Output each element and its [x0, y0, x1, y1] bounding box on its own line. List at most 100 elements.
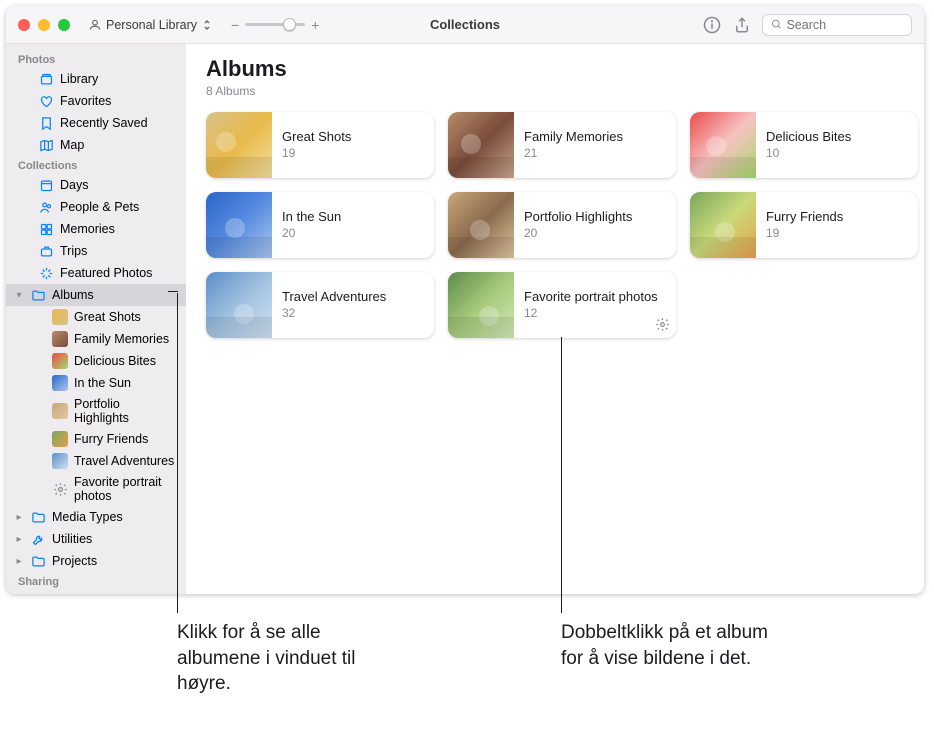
- album-count: 10: [766, 146, 851, 162]
- sidebar-section-sharing: Sharing: [6, 572, 186, 590]
- sidebar-item-utilities[interactable]: ▸Utilities: [6, 528, 186, 550]
- sidebar: Photos Library Favorites Recently Saved …: [6, 44, 186, 594]
- body: Photos Library Favorites Recently Saved …: [6, 44, 924, 594]
- album-card[interactable]: Favorite portrait photos12: [448, 272, 676, 338]
- sidebar-item-trips[interactable]: Trips: [6, 240, 186, 262]
- search-input[interactable]: [762, 14, 912, 36]
- sidebar-label: Memories: [60, 222, 115, 236]
- chevron-right-icon[interactable]: ▸: [14, 534, 24, 545]
- album-count: 32: [282, 306, 386, 322]
- album-text: Great Shots19: [272, 129, 361, 161]
- sidebar-album-furry-friends[interactable]: Furry Friends: [6, 428, 186, 450]
- album-card[interactable]: Portfolio Highlights20: [448, 192, 676, 258]
- search-field[interactable]: [786, 18, 903, 32]
- album-count-label: 8 Albums: [206, 84, 904, 98]
- sidebar-item-library[interactable]: Library: [6, 68, 186, 90]
- sidebar-album-family-memories[interactable]: Family Memories: [6, 328, 186, 350]
- album-text: In the Sun20: [272, 209, 351, 241]
- fullscreen-window-button[interactable]: [58, 19, 70, 31]
- album-card[interactable]: Great Shots19: [206, 112, 434, 178]
- zoom-control[interactable]: − +: [231, 17, 319, 33]
- album-name: Furry Friends: [766, 209, 843, 226]
- album-text: Favorite portrait photos12: [514, 289, 668, 321]
- map-icon: [38, 137, 54, 153]
- album-count: 21: [524, 146, 623, 162]
- album-count: 20: [282, 226, 341, 242]
- album-text: Portfolio Highlights20: [514, 209, 642, 241]
- sidebar-item-recently-saved[interactable]: Recently Saved: [6, 112, 186, 134]
- close-window-button[interactable]: [18, 19, 30, 31]
- album-thumbnail: [690, 192, 756, 258]
- album-count: 12: [524, 306, 658, 322]
- album-text: Furry Friends19: [756, 209, 853, 241]
- sidebar-item-media-types[interactable]: ▸ Media Types: [6, 506, 186, 528]
- sidebar-label: Recently Saved: [60, 116, 148, 130]
- folder-icon: [30, 287, 46, 303]
- zoom-slider[interactable]: [245, 23, 305, 26]
- sidebar-item-people-pets[interactable]: People & Pets: [6, 196, 186, 218]
- folder-icon: [30, 553, 46, 569]
- chevron-right-icon[interactable]: ▸: [14, 512, 24, 523]
- album-card[interactable]: Delicious Bites10: [690, 112, 918, 178]
- sidebar-label: Library: [60, 72, 98, 86]
- person-icon: [88, 18, 102, 32]
- callout-left: Klikk for å se alle albumene i vinduet t…: [177, 620, 407, 697]
- sidebar-item-projects[interactable]: ▸Projects: [6, 550, 186, 572]
- sidebar-item-shared-albums[interactable]: ▸Shared Albums: [6, 590, 186, 594]
- album-thumbnail: [690, 112, 756, 178]
- sidebar-album-in-the-sun[interactable]: In the Sun: [6, 372, 186, 394]
- album-name: Favorite portrait photos: [524, 289, 658, 306]
- sidebar-album-delicious-bites[interactable]: Delicious Bites: [6, 350, 186, 372]
- sidebar-item-map[interactable]: Map: [6, 134, 186, 156]
- info-button[interactable]: [702, 15, 722, 35]
- minimize-window-button[interactable]: [38, 19, 50, 31]
- zoom-plus-icon[interactable]: +: [311, 17, 319, 33]
- library-icon: [38, 71, 54, 87]
- album-count: 20: [524, 226, 632, 242]
- album-thumb-icon: [52, 453, 68, 469]
- sidebar-album-favorite-portrait[interactable]: Favorite portrait photos: [6, 472, 186, 506]
- album-text: Travel Adventures32: [272, 289, 396, 321]
- share-icon: [733, 16, 751, 34]
- library-selector[interactable]: Personal Library: [82, 16, 217, 34]
- shared-folder-icon: [30, 593, 46, 594]
- sidebar-item-featured-photos[interactable]: Featured Photos: [6, 262, 186, 284]
- album-card[interactable]: Furry Friends19: [690, 192, 918, 258]
- album-card[interactable]: Travel Adventures32: [206, 272, 434, 338]
- smart-album-gear-icon: [654, 316, 670, 332]
- album-card[interactable]: Family Memories21: [448, 112, 676, 178]
- sidebar-label: Travel Adventures: [74, 454, 174, 468]
- album-thumb-icon: [52, 353, 68, 369]
- people-icon: [38, 199, 54, 215]
- sidebar-album-travel-adventures[interactable]: Travel Adventures: [6, 450, 186, 472]
- sidebar-label: Great Shots: [74, 310, 141, 324]
- zoom-slider-thumb[interactable]: [283, 18, 296, 31]
- heart-icon: [38, 93, 54, 109]
- sidebar-label: Family Memories: [74, 332, 169, 346]
- sidebar-album-great-shots[interactable]: Great Shots: [6, 306, 186, 328]
- album-text: Family Memories21: [514, 129, 633, 161]
- chevron-up-down-icon: [203, 19, 211, 31]
- share-button[interactable]: [732, 15, 752, 35]
- sidebar-item-favorites[interactable]: Favorites: [6, 90, 186, 112]
- folder-icon: [30, 509, 46, 525]
- album-thumb-icon: [52, 331, 68, 347]
- sidebar-item-memories[interactable]: Memories: [6, 218, 186, 240]
- sidebar-album-portfolio-highlights[interactable]: Portfolio Highlights: [6, 394, 186, 428]
- sidebar-item-days[interactable]: Days: [6, 174, 186, 196]
- zoom-minus-icon[interactable]: −: [231, 17, 239, 33]
- chevron-right-icon[interactable]: ▸: [14, 556, 24, 567]
- sidebar-label: Favorites: [60, 94, 111, 108]
- sidebar-item-albums[interactable]: ▾ Albums: [6, 284, 186, 306]
- album-thumbnail: [448, 112, 514, 178]
- album-card[interactable]: In the Sun20: [206, 192, 434, 258]
- album-thumbnail: [448, 272, 514, 338]
- sidebar-section-photos: Photos: [6, 50, 186, 68]
- suitcase-icon: [38, 243, 54, 259]
- album-thumbnail: [448, 192, 514, 258]
- album-text: Delicious Bites10: [756, 129, 861, 161]
- chevron-down-icon[interactable]: ▾: [14, 290, 24, 301]
- sidebar-label: Media Types: [52, 510, 123, 524]
- library-label: Personal Library: [106, 18, 197, 32]
- sidebar-label: Albums: [52, 288, 94, 302]
